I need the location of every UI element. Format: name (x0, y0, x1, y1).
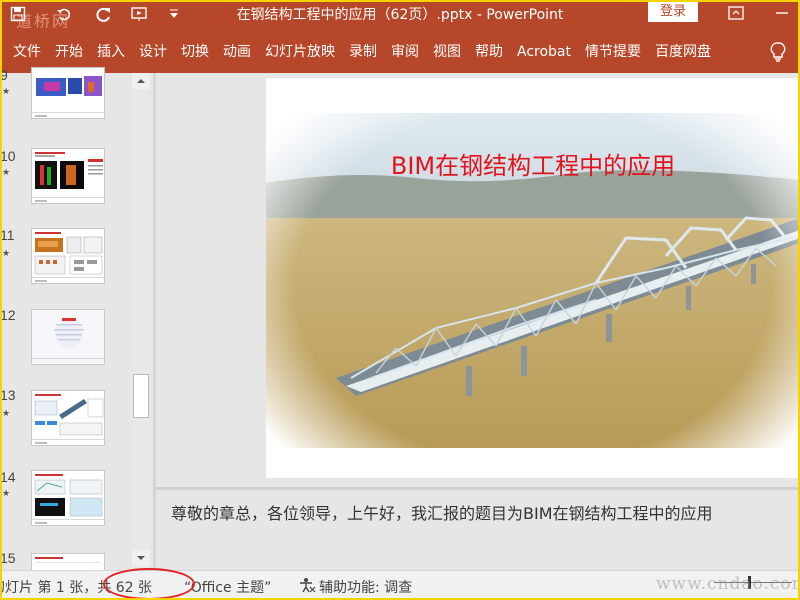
slide-thumbnail-13[interactable] (31, 390, 105, 446)
thumbnail-pane[interactable]: 9 ★ 10 ★ 11 ★ 12 13 ★ 14 ★ 15 (0, 67, 152, 580)
tab-review[interactable]: 审阅 (384, 42, 426, 62)
current-slide[interactable]: BIM在钢结构工程中的应用 (266, 78, 800, 478)
tab-design[interactable]: 设计 (132, 42, 174, 62)
slide-thumbnail-10[interactable] (31, 148, 105, 204)
thumbnail-scrollbar[interactable] (132, 73, 150, 570)
slide-thumbnail-12[interactable] (31, 309, 105, 365)
thumbnail-number: 15 (0, 550, 16, 566)
animation-star-icon: ★ (2, 489, 11, 499)
thumbnail-number: 11 (0, 227, 15, 243)
tab-baidu-netdisk[interactable]: 百度网盘 (648, 42, 718, 62)
tab-animations[interactable]: 动画 (216, 42, 258, 62)
slide-thumbnail-14[interactable] (31, 470, 105, 526)
highlight-oval (103, 568, 195, 600)
tab-transitions[interactable]: 切换 (174, 42, 216, 62)
theme-name: “Office 主题” (184, 580, 272, 596)
ribbon-tabs: 文件 开始 插入 设计 切换 动画 幻灯片放映 录制 审阅 视图 帮助 Acro… (6, 42, 718, 62)
notes-pane[interactable]: 尊敬的章总，各位领导，上午好，我汇报的题目为BIM在钢结构工程中的应用 (156, 490, 800, 570)
tab-file[interactable]: 文件 (6, 42, 48, 62)
thumbnail-number: 9 (0, 67, 8, 83)
notes-text[interactable]: 尊敬的章总，各位领导，上午好，我汇报的题目为BIM在钢结构工程中的应用 (171, 500, 713, 524)
animation-star-icon: ★ (2, 168, 11, 178)
animation-star-icon: ★ (2, 249, 11, 259)
minimize-icon[interactable] (772, 3, 792, 23)
watermark-text: www.cndao.com (656, 574, 800, 594)
tab-home[interactable]: 开始 (48, 42, 90, 62)
tab-view[interactable]: 视图 (426, 42, 468, 62)
tab-acrobat[interactable]: Acrobat (510, 42, 578, 62)
thumbnail-number: 12 (0, 307, 16, 323)
tab-record[interactable]: 录制 (342, 42, 384, 62)
tab-insert[interactable]: 插入 (90, 42, 132, 62)
slide-thumbnail-9[interactable] (31, 67, 105, 119)
slide-editing-area: BIM在钢结构工程中的应用 (156, 73, 800, 487)
title-bar: 道桥网 在钢结构工程中的应用（62页）.pptx - PowerPoint 登录 (0, 0, 800, 31)
tab-help[interactable]: 帮助 (468, 42, 510, 62)
slide-title[interactable]: BIM在钢结构工程中的应用 (266, 146, 800, 181)
thumbnail-number: 10 (0, 148, 16, 164)
thumbnail-number: 14 (0, 469, 16, 485)
chevron-up-icon[interactable] (132, 73, 150, 89)
accessibility-icon (298, 577, 316, 597)
thumbnail-number: 13 (0, 387, 16, 403)
ribbon: 文件 开始 插入 设计 切换 动画 幻灯片放映 录制 审阅 视图 帮助 Acro… (0, 28, 800, 73)
accessibility-label: 辅助功能: 调查 (319, 580, 413, 596)
lightbulb-icon[interactable] (768, 41, 788, 63)
bridge-image (266, 78, 800, 478)
accessibility-status[interactable]: 辅助功能: 调查 (298, 577, 412, 597)
login-button[interactable]: 登录 (648, 2, 698, 22)
tab-slideshow[interactable]: 幻灯片放映 (258, 42, 342, 62)
tab-storyboard[interactable]: 情节提要 (578, 42, 648, 62)
chevron-down-icon[interactable] (132, 550, 150, 566)
ribbon-display-icon[interactable] (726, 3, 746, 23)
animation-star-icon: ★ (2, 409, 11, 419)
animation-star-icon: ★ (2, 87, 11, 97)
scrollbar-thumb[interactable] (133, 374, 149, 418)
slide-thumbnail-11[interactable] (31, 228, 105, 284)
